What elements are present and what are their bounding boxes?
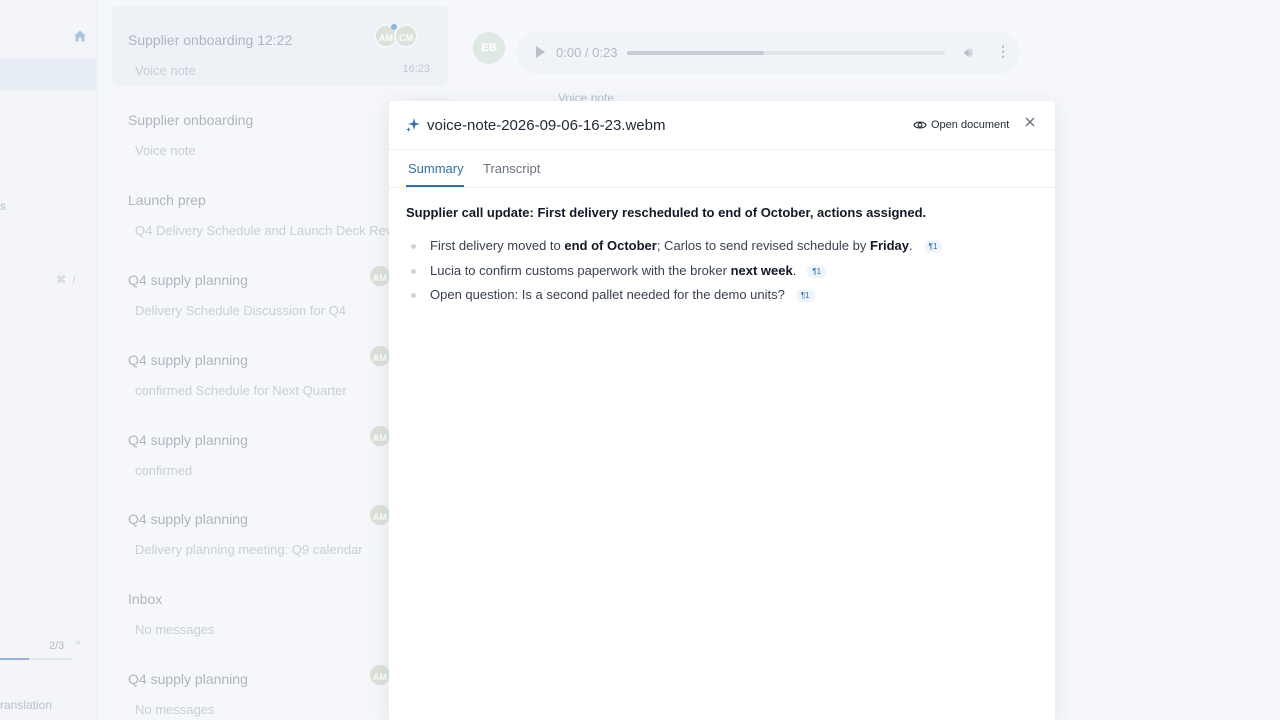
conversation-title: Launch prep xyxy=(128,191,206,208)
avatar: CM xyxy=(394,24,418,48)
home-icon[interactable] xyxy=(72,28,88,44)
sidebar-section-label: s xyxy=(0,199,6,213)
left-sidebar: s ⌘ / 2/3 ^ ranslation xyxy=(0,0,98,720)
bullet-text: . xyxy=(909,238,913,253)
volume-icon[interactable]: 🔊︎ xyxy=(964,44,973,61)
voice-note-summary-dialog: voice-note-2026-09-06-16-23.webm Open do… xyxy=(389,101,1055,720)
avatar: EB xyxy=(473,32,505,64)
dialog-tabs: Summary Transcript xyxy=(389,150,1055,188)
eye-icon xyxy=(913,121,927,129)
bullet-text: Open question: Is a second pallet needed… xyxy=(430,287,785,302)
bullet-emphasis: Friday xyxy=(870,238,910,253)
paragraph-reference-chip[interactable]: ¶1 xyxy=(923,240,943,254)
conversation-item[interactable]: Supplier onboarding 12:22 Voice note 16:23… xyxy=(112,6,448,86)
paragraph-reference-chip[interactable]: ¶1 xyxy=(807,264,827,278)
bullet-text: Lucia to confirm customs paperwork with … xyxy=(430,262,731,278)
summary-bullet: Open question: Is a second pallet needed… xyxy=(406,287,942,312)
summary-bullet: Lucia to confirm customs paperwork with … xyxy=(406,263,942,288)
close-icon[interactable] xyxy=(1023,115,1037,129)
conversation-preview: confirmed xyxy=(135,462,193,478)
paragraph-reference-chip[interactable]: ¶1 xyxy=(795,289,815,303)
chevron-up-icon[interactable]: ^ xyxy=(76,640,81,651)
conversation-preview: Voice note xyxy=(135,63,196,78)
summary-bullets: First delivery moved to end of October; … xyxy=(406,238,943,312)
pager-count: 2/3 xyxy=(49,640,65,652)
conversation-title: Q4 supply planning xyxy=(128,511,248,528)
more-vertical-icon[interactable]: ⋮ xyxy=(996,43,1010,60)
open-document-label: Open document xyxy=(931,119,1010,131)
dialog-header: voice-note-2026-09-06-16-23.webm Open do… xyxy=(389,101,1055,150)
search-shortcut: ⌘ / xyxy=(56,275,78,286)
sparkle-icon xyxy=(406,118,420,132)
bullet-text: ; Carlos to send revised schedule by xyxy=(656,238,870,253)
unread-dot xyxy=(391,24,397,30)
sidebar-active-item[interactable] xyxy=(0,58,96,90)
summary-bullet: First delivery moved to end of October; … xyxy=(406,238,943,263)
conversation-title: Q4 supply planning xyxy=(128,351,248,368)
conversation-preview: Voice note xyxy=(135,142,196,158)
conversation-title: Q4 supply planning xyxy=(128,671,248,688)
conversation-title: Q4 supply planning xyxy=(128,431,248,448)
audio-player: 0:00 / 0:23 🔊︎ ⋮ xyxy=(516,32,1020,74)
conversation-preview: No messages xyxy=(135,622,215,638)
pager-progress-fill xyxy=(0,658,29,660)
conversation-title: Supplier onboarding xyxy=(128,111,254,128)
tab-transcript[interactable]: Transcript xyxy=(483,161,540,176)
conversation-preview: Delivery Schedule Discussion for Q4 xyxy=(135,302,346,318)
translation-link[interactable]: ranslation xyxy=(0,698,52,712)
tab-summary[interactable]: Summary xyxy=(408,161,464,176)
open-document-button[interactable]: Open document xyxy=(913,116,1009,134)
active-tab-indicator xyxy=(406,185,464,187)
conversation-preview: confirmed Schedule for Next Quarter xyxy=(135,382,347,398)
conversation-title: Supplier onboarding 12:22 xyxy=(128,32,293,48)
conversation-time: 16:23 xyxy=(402,63,430,75)
conversation-preview: Delivery planning meeting: Q9 calendar xyxy=(135,542,363,558)
dialog-title: voice-note-2026-09-06-16-23.webm xyxy=(427,117,666,134)
bullet-text: First delivery moved to xyxy=(430,238,565,253)
conversation-preview: Q4 Delivery Schedule and Launch Deck Rev… xyxy=(135,222,406,238)
audio-time: 0:00 / 0:23 xyxy=(556,45,618,60)
play-icon[interactable] xyxy=(536,46,545,58)
conversation-preview: No messages xyxy=(135,702,215,718)
summary-heading: Supplier call update: First delivery res… xyxy=(406,205,927,220)
bullet-emphasis: end of October xyxy=(564,238,657,253)
audio-seek-progress xyxy=(627,51,764,55)
conversation-title: Inbox xyxy=(128,591,163,608)
conversation-title: Q4 supply planning xyxy=(128,271,248,288)
bullet-emphasis: next week xyxy=(730,262,793,278)
bullet-text: . xyxy=(792,262,797,278)
